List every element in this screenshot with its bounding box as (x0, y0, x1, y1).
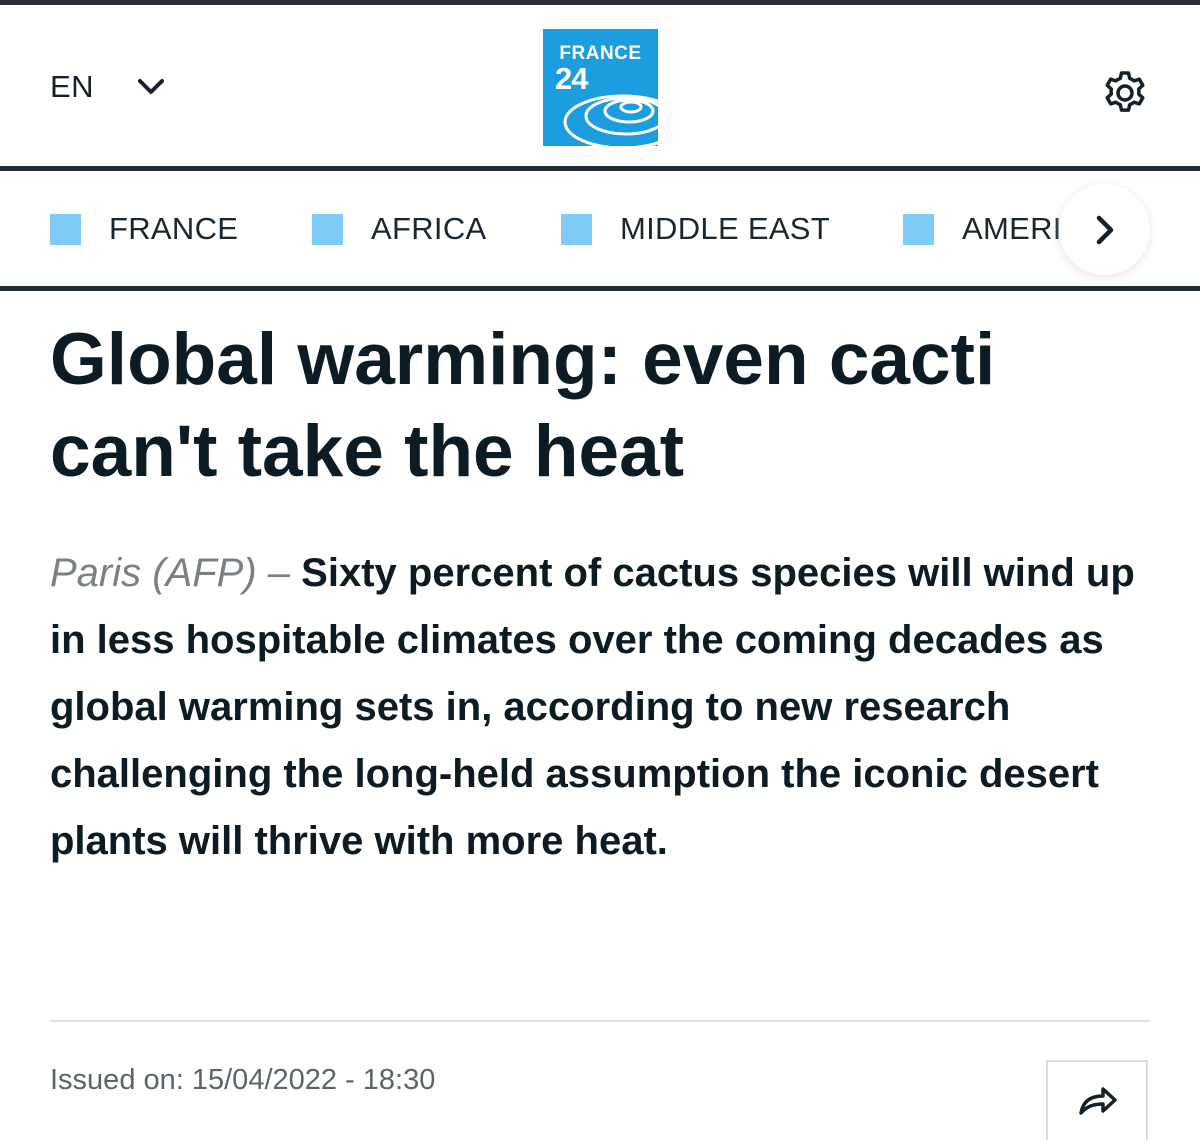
nav-bullet-icon (312, 213, 343, 245)
gear-icon[interactable] (1101, 69, 1149, 117)
issued-date: Issued on: 15/04/2022 - 18:30 (50, 1064, 436, 1096)
nav-bullet-icon (50, 213, 81, 245)
language-selector[interactable]: EN (50, 65, 166, 109)
chevron-down-icon (136, 77, 166, 97)
nav-label: AFRICA (371, 211, 487, 246)
article-divider (50, 1020, 1150, 1022)
article-dateline: Paris (AFP) – (50, 551, 291, 595)
article-lede-text: Sixty percent of cactus species will win… (50, 551, 1135, 863)
nav-label: FRANCE (109, 211, 239, 246)
nav-bullet-icon (903, 213, 934, 245)
share-button[interactable] (1046, 1060, 1148, 1140)
nav-item-middle-east[interactable]: MIDDLE EAST (561, 172, 830, 286)
article-headline: Global warming: even cacti can't take th… (50, 319, 996, 492)
nav-item-americas[interactable]: AMERI (903, 172, 1062, 286)
article-lede: Paris (AFP) – Sixty percent of cactus sp… (50, 540, 1170, 875)
nav-label: MIDDLE EAST (620, 211, 831, 246)
section-nav: FRANCE AFRICA MIDDLE EAST AMERI (0, 172, 1200, 286)
logo-number: 24 (555, 61, 588, 96)
header-rule (0, 166, 1200, 171)
france24-logo[interactable]: FRANCE 24 (543, 29, 658, 146)
nav-bullet-icon (561, 213, 592, 245)
nav-item-africa[interactable]: AFRICA (312, 172, 486, 286)
chevron-right-icon (1096, 215, 1113, 244)
nav-item-france[interactable]: FRANCE (50, 172, 238, 286)
nav-label: AMERI (962, 211, 1062, 246)
site-header: EN FRANCE 24 (0, 5, 1200, 166)
language-code: EN (50, 69, 95, 104)
nav-rule (0, 286, 1200, 291)
nav-next-button[interactable] (1059, 184, 1150, 275)
share-arrow-icon (1079, 1087, 1117, 1115)
